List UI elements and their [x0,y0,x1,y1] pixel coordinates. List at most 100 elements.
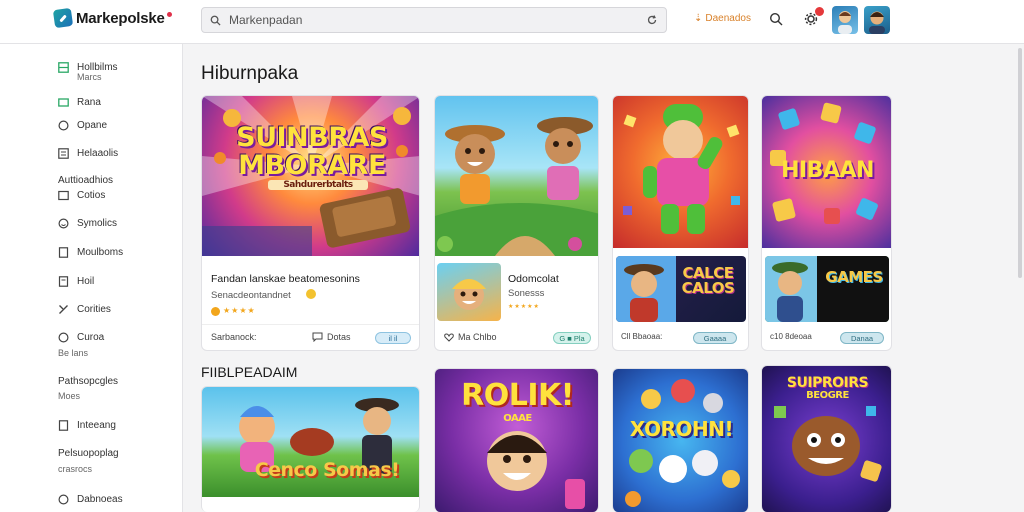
sidebar-item-moulboms[interactable]: Moulboms [58,247,123,258]
sidebar-item-label: Symolics [77,218,118,229]
app-logo[interactable]: Markepolske [52,7,172,29]
smile-icon [58,218,69,229]
list-icon [58,148,69,159]
sidebar-item-opane[interactable]: Opane [58,120,107,131]
sidebar-item-label: Corities [77,304,111,315]
card-footer-label: Sarbanock: [211,332,257,342]
sidebar-item-corities[interactable]: Corities [58,304,111,315]
sidebar-section-heading: Pathsopcgles [58,376,119,387]
sidebar: Hollbilms Marcs Rana Opane Helaaolis Aut… [0,44,183,512]
game-banner: GAMES [765,256,889,322]
sidebar-item-label: Moulboms [77,247,124,258]
profile-avatar[interactable] [864,6,890,34]
game-card[interactable]: XOROHN! [612,368,749,512]
banner-title: GAMES [825,268,883,286]
featured-game-card[interactable]: SUINBRAS MBORARE Sahdurerbtalts Fandan l… [201,95,420,351]
grid-icon [58,62,69,73]
sidebar-item-sublabel: Marcs [77,72,102,82]
medal-icon [211,307,220,316]
info-icon [58,494,69,505]
section-title: FIIBLPEADAIM [201,364,298,380]
search-toolbar-button[interactable] [768,11,784,27]
thumbnail-character [452,279,486,310]
tools-icon [58,304,69,315]
play-button[interactable]: Gaaaa [693,332,737,344]
game-card[interactable]: CALCE CALOS Cll Bbaoaa: Gaaaa [612,95,749,351]
card-footer-label: c10 8deoaa [770,332,812,341]
sidebar-item-label: Rana [77,97,101,108]
sidebar-item-hoil[interactable]: Hoil [58,276,94,287]
sidebar-item-label: Helaaolis [77,148,119,159]
sidebar-item-label: Curoa [77,332,105,343]
sidebar-item-sublabel: crasrocs [58,464,93,474]
game-art-title: XOROHN! [629,417,734,441]
game-card[interactable]: SUIPROIRS BEOGRE [761,365,892,512]
game-art-subtitle: OAAE [503,413,532,424]
box-icon [58,190,69,201]
get-button[interactable]: il il [375,332,411,344]
sidebar-item-inteeang[interactable]: Inteeang [58,420,116,431]
play-button[interactable]: G ■ Pla [553,332,591,344]
card-footer-label: Cll Bbaoaa: [621,332,663,341]
sidebar-item-label: Hoil [77,276,95,287]
heart-icon [444,332,454,342]
game-banner: CALCE CALOS [616,256,746,322]
footer-label-text: Ma Chlbo [458,332,497,342]
game-card[interactable]: Odomcolat Sonesss ★★★★★ Ma Chlbo G ■ Pla [434,95,599,351]
section-title: Hiburnpaka [201,63,299,84]
game-thumbnail [437,263,501,321]
game-subtitle: Sonesss [508,288,545,299]
game-card[interactable]: HIBAAN GAMES c10 8deoaa Danaa [761,95,892,351]
sidebar-item-label: Inteeang [77,420,116,431]
coin-icon [306,289,316,299]
game-card-artwork: SUIPROIRS BEOGRE [762,366,891,512]
game-card[interactable]: Cenco Somas! [201,386,420,512]
featured-game-title[interactable]: Fandan lanskae beatomesonins [211,273,360,285]
sidebar-item-curoa[interactable]: Curoa [58,332,104,343]
logo-icon [52,7,74,29]
page-scrollbar[interactable] [1016,44,1024,512]
game-card[interactable]: ROLIK! OAAE [434,368,599,512]
notification-badge [815,7,824,16]
sidebar-item-symolics[interactable]: Symolics [58,218,117,229]
game-art-subtitle: BEOGRE [806,390,849,401]
search-input[interactable] [229,13,646,27]
character-graphic [623,104,740,234]
clipboard-icon [58,420,69,431]
top-bar: Markepolske ⇣ Daenados [0,0,1024,44]
download-icon: ⇣ [694,13,703,24]
banner-character [765,256,889,322]
sidebar-item-cotios[interactable]: Cotios [58,190,105,201]
game-title[interactable]: Odomcolat [508,273,559,285]
game-art-title: SUIPROIRS [786,375,869,391]
comments-link[interactable]: Dotas [312,332,351,342]
game-art-title: HIBAAN [781,158,874,183]
sidebar-item-dabnoeas[interactable]: Dabnoeas [58,494,123,505]
avatar[interactable] [832,6,858,34]
game-art-title: ROLIK! [461,378,574,413]
sidebar-item-label: Opane [77,120,108,131]
game-card-artwork: Cenco Somas! [202,387,419,497]
scrollbar-thumb[interactable] [1018,48,1022,278]
file-icon [58,276,69,287]
sidebar-item-sublabel: Moes [58,391,81,401]
game-card-artwork [613,96,748,248]
sidebar-section-heading: Auttioadhios [58,175,114,186]
card-footer-label: Ma Chlbo [444,332,497,342]
search-bar[interactable] [201,7,667,33]
sidebar-item-helaaolis[interactable]: Helaaolis [58,148,118,159]
downloads-label: Daenados [705,13,751,24]
sidebar-item-rana[interactable]: Rana [58,97,101,108]
refresh-icon[interactable] [646,14,658,26]
app-name: Markepolske [76,9,165,27]
footer-label-text: Sarbanock: [211,332,257,342]
logo-dot [166,11,172,17]
notifications-button[interactable] [803,7,824,27]
play-button[interactable]: Danaa [840,332,884,344]
game-card-artwork [435,96,598,256]
circle-icon [58,120,69,131]
comments-label: Dotas [327,332,351,342]
downloads-link[interactable]: ⇣ Daenados [694,13,751,24]
avatar-image [838,11,852,34]
featured-game-art-title: SUINBRAS MBORARE [236,122,388,181]
